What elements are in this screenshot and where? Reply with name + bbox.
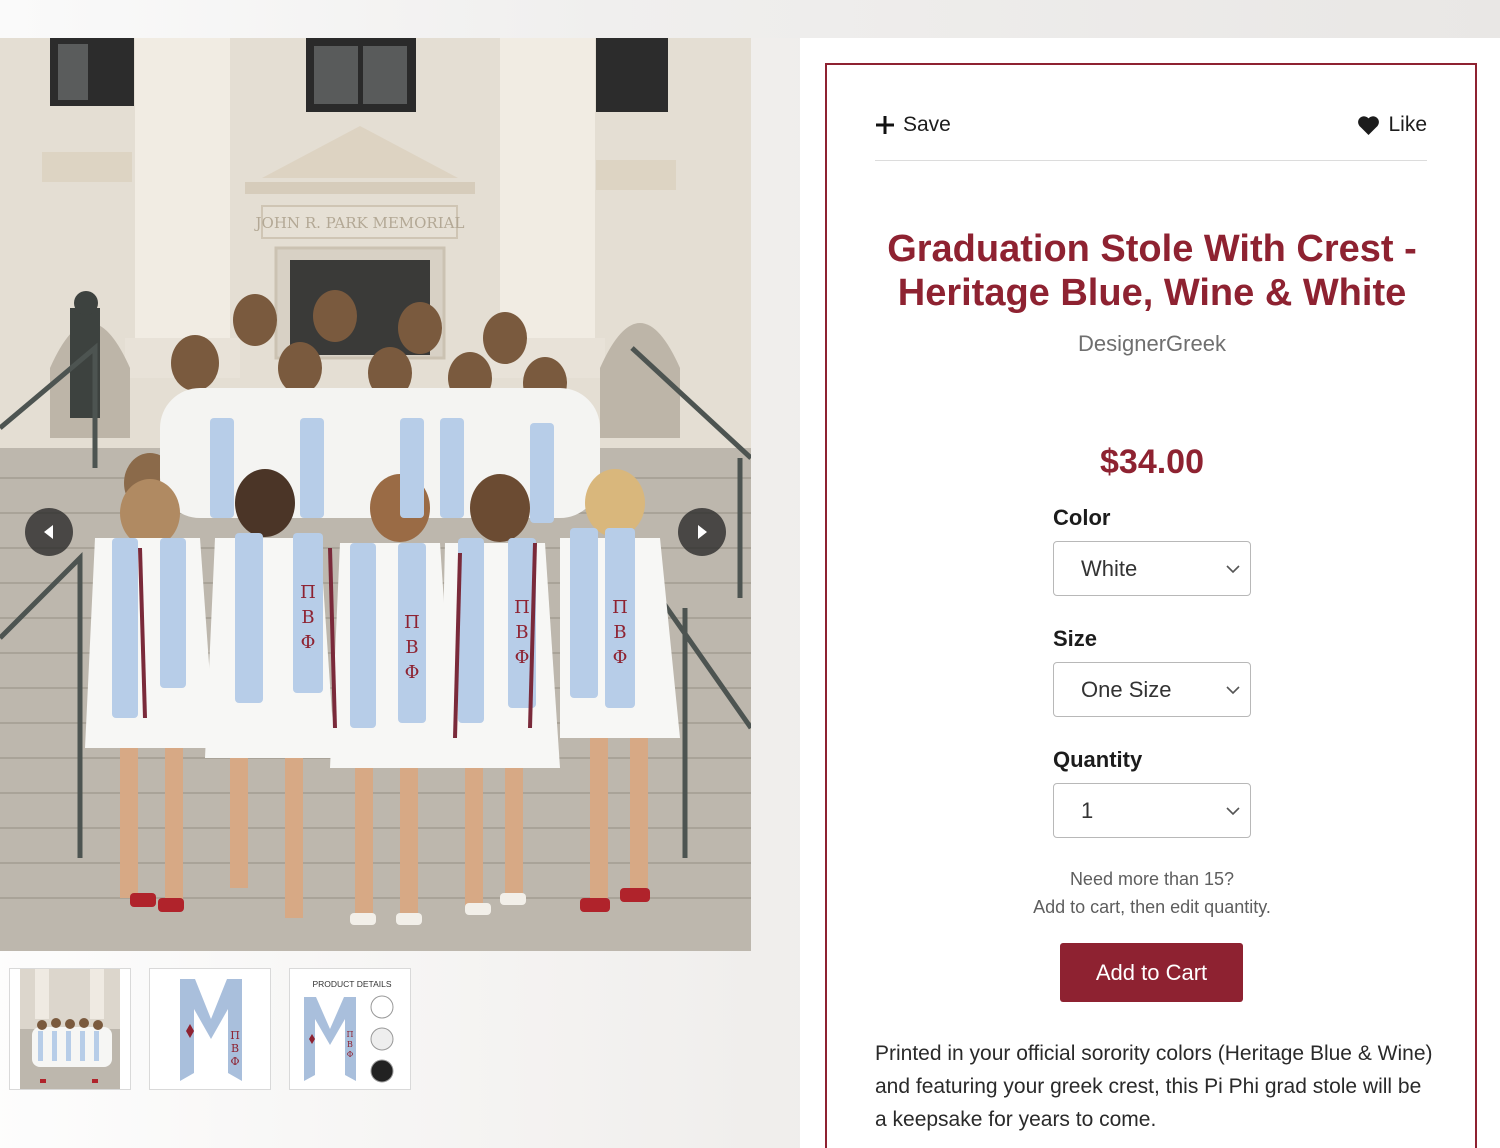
quantity-hint: Need more than 15? Add to cart, then edi… [827, 865, 1477, 921]
svg-text:Π: Π [612, 597, 628, 618]
svg-text:Φ: Φ [301, 632, 316, 653]
thumb-letter-phi: Φ [230, 1055, 239, 1068]
thumbnail-product-details[interactable]: PRODUCT DETAILS Π Β Φ [289, 968, 411, 1090]
plus-icon [876, 115, 894, 134]
chevron-right-icon [698, 525, 707, 539]
heart-icon [1358, 115, 1380, 135]
building-inscription: JOHN R. PARK MEMORIAL [254, 214, 465, 232]
svg-text:Φ: Φ [613, 647, 628, 668]
details-letter-phi: Φ [347, 1050, 354, 1059]
quantity-select-value: 1 [1081, 797, 1094, 823]
size-label: Size [1053, 626, 1098, 651]
like-button[interactable]: Like [1357, 113, 1427, 137]
size-select-value: One Size [1081, 676, 1172, 702]
chevron-down-icon [1226, 565, 1240, 574]
quantity-hint-line2: Add to cart, then edit quantity. [1033, 897, 1271, 917]
chevron-down-icon [1226, 686, 1240, 695]
color-label: Color [1053, 505, 1111, 530]
chevron-down-icon [1226, 807, 1240, 816]
add-to-cart-button[interactable]: Add to Cart [1060, 943, 1243, 1002]
product-description: Printed in your official sorority colors… [875, 1042, 1433, 1131]
thumbnail-stole[interactable]: Π Β Φ [149, 968, 271, 1090]
quantity-label: Quantity [1053, 747, 1143, 772]
color-select[interactable]: White [1053, 541, 1251, 596]
svg-text:Φ: Φ [515, 647, 530, 668]
chevron-left-icon [44, 525, 53, 539]
product-brand[interactable]: DesignerGreek [827, 331, 1477, 357]
product-details-caption: PRODUCT DETAILS [312, 979, 391, 989]
save-button[interactable]: Save [875, 113, 951, 137]
thumbnail-group-photo[interactable] [9, 968, 131, 1090]
svg-text:Β: Β [301, 607, 314, 628]
details-letter-pi: Π [347, 1030, 354, 1039]
thumb-letter-beta: Β [231, 1042, 239, 1055]
next-image-button[interactable] [678, 508, 726, 556]
like-label: Like [1388, 112, 1427, 136]
color-select-value: White [1081, 555, 1138, 581]
product-title: Graduation Stole With Crest - Heritage B… [887, 228, 1417, 314]
svg-text:Π: Π [404, 612, 420, 633]
svg-text:Β: Β [613, 622, 626, 643]
svg-text:Π: Π [300, 582, 316, 603]
details-letter-beta: Β [347, 1040, 353, 1049]
product-panel: Save Like Graduation Stole With Crest - … [825, 63, 1477, 1148]
thumbnail-strip: Π Β Φ PRODUCT DETAILS Π Β Φ [9, 968, 411, 1090]
svg-text:Β: Β [515, 622, 528, 643]
main-product-photo: JOHN R. PARK MEMORIAL Π Β Φ Π Β Φ Π Β Φ … [0, 38, 751, 951]
top-strip [0, 0, 1500, 38]
save-label: Save [903, 112, 951, 136]
svg-text:Β: Β [405, 637, 418, 658]
action-bar: Save Like [875, 89, 1427, 161]
quantity-select[interactable]: 1 [1053, 783, 1251, 838]
thumb-letter-pi: Π [230, 1029, 240, 1042]
quantity-hint-line1: Need more than 15? [1069, 869, 1235, 889]
size-select[interactable]: One Size [1053, 662, 1251, 717]
product-price: $34.00 [1100, 443, 1204, 481]
svg-text:Π: Π [514, 597, 530, 618]
previous-image-button[interactable] [25, 508, 73, 556]
svg-text:Φ: Φ [405, 662, 420, 683]
